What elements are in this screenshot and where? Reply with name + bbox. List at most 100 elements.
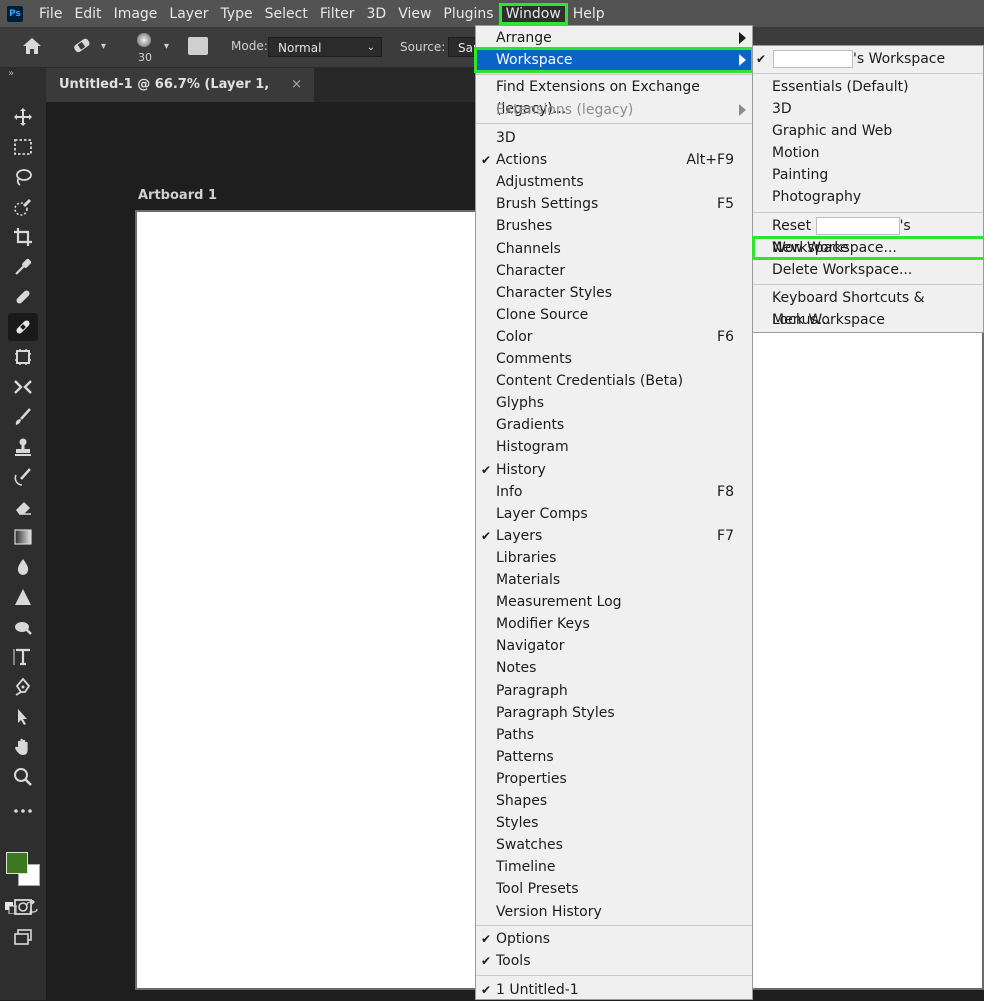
menu-item-panel[interactable]: Layer Comps [476, 503, 752, 525]
menu-item-panel[interactable]: Measurement Log [476, 591, 752, 613]
menu-file[interactable]: File [33, 4, 68, 24]
collapse-panel-icon[interactable]: » [8, 68, 14, 79]
history-brush-tool-icon[interactable] [11, 465, 35, 489]
artboard-label[interactable]: Artboard 1 [138, 188, 217, 203]
menu-item-panel[interactable]: Character Styles [476, 282, 752, 304]
menu-item-panel[interactable]: Styles [476, 812, 752, 834]
menu-item-find-extensions[interactable]: Find Extensions on Exchange (legacy)... [476, 76, 752, 117]
menu-image[interactable]: Image [108, 4, 164, 24]
workspace-item-keyboard-shortcuts[interactable]: Keyboard Shortcuts & Menus... [753, 287, 984, 328]
move-tool-icon[interactable] [11, 105, 35, 129]
content-aware-tool-icon[interactable] [11, 345, 35, 369]
menu-item-panel[interactable]: Modifier Keys [476, 613, 752, 635]
home-icon[interactable] [22, 37, 42, 55]
menu-item-panel[interactable]: Character [476, 260, 752, 282]
more-tools-icon[interactable] [11, 799, 35, 823]
menu-item-panel[interactable]: Notes [476, 657, 752, 679]
stamp-tool-icon[interactable] [11, 435, 35, 459]
menu-help[interactable]: Help [567, 4, 611, 24]
screen-mode-icon[interactable] [11, 925, 35, 949]
brush-tool-icon[interactable] [11, 405, 35, 429]
foreground-color-swatch[interactable] [6, 852, 28, 874]
menu-item-panel[interactable]: Brushes [476, 215, 752, 237]
type-tool-icon[interactable] [11, 645, 35, 669]
quick-selection-tool-icon[interactable] [11, 195, 35, 219]
menu-filter[interactable]: Filter [314, 4, 361, 24]
menu-item-panel[interactable]: Brush Settings F5 [476, 193, 752, 215]
document-tab[interactable]: Untitled-1 @ 66.7% (Layer 1, RGB/8#) × [46, 68, 314, 126]
menu-item-document[interactable]: ✔ 1 Untitled-1 [476, 979, 752, 1001]
pen-tool-icon[interactable] [11, 675, 35, 699]
menu-item-panel[interactable]: Navigator [476, 635, 752, 657]
workspace-preset-item[interactable]: Motion [753, 142, 984, 164]
clone-source-icon[interactable] [188, 37, 208, 55]
sponge-tool-icon[interactable] [11, 615, 35, 639]
menu-item-panel[interactable]: Info F8 [476, 481, 752, 503]
close-icon[interactable]: × [291, 68, 302, 102]
menu-item-tools[interactable]: ✔ Tools [476, 950, 752, 972]
menu-item-panel[interactable]: Glyphs [476, 392, 752, 414]
workspace-item-new[interactable]: New Workspace... [752, 236, 984, 260]
menu-item-panel[interactable]: Histogram [476, 436, 752, 458]
menu-3d[interactable]: 3D [361, 4, 393, 24]
eyedropper-tool-icon[interactable] [11, 255, 35, 279]
menu-item-panel[interactable]: ✔ Actions Alt+F9 [476, 149, 752, 171]
gradient-tool-icon[interactable] [11, 525, 35, 549]
workspace-preset-item[interactable]: Essentials (Default) [753, 76, 984, 98]
menu-view[interactable]: View [392, 4, 437, 24]
menu-item-panel[interactable]: Shapes [476, 790, 752, 812]
menu-plugins[interactable]: Plugins [437, 4, 499, 24]
crop-tool-icon[interactable] [11, 225, 35, 249]
menu-item-panel[interactable]: Materials [476, 569, 752, 591]
blur-tool-icon[interactable] [11, 555, 35, 579]
brush-preview[interactable] [137, 33, 151, 47]
menu-item-panel[interactable]: Content Credentials (Beta) [476, 370, 752, 392]
menu-item-panel[interactable]: Gradients [476, 414, 752, 436]
menu-window[interactable]: Window [498, 2, 568, 25]
menu-item-panel[interactable]: Version History [476, 901, 752, 923]
menu-item-panel[interactable]: Color F6 [476, 326, 752, 348]
menu-item-panel[interactable]: Swatches [476, 834, 752, 856]
menu-item-panel[interactable]: Channels [476, 238, 752, 260]
workspace-preset-item[interactable]: 3D [753, 98, 984, 120]
workspace-preset-item[interactable]: Graphic and Web [753, 120, 984, 142]
menu-item-panel[interactable]: ✔ History [476, 459, 752, 481]
menu-item-panel[interactable]: Timeline [476, 856, 752, 878]
menu-item-options[interactable]: ✔ Options [476, 928, 752, 950]
brush-picker-chevron-icon[interactable]: ▾ [164, 41, 169, 52]
workspace-item-current[interactable]: ✔ 's Workspace [753, 48, 984, 70]
menu-item-panel[interactable]: Adjustments [476, 171, 752, 193]
menu-item-workspace[interactable]: Workspace [474, 47, 754, 73]
menu-item-panel[interactable]: Tool Presets [476, 878, 752, 900]
lasso-tool-icon[interactable] [11, 165, 35, 189]
hand-tool-icon[interactable] [11, 735, 35, 759]
marquee-tool-icon[interactable] [11, 135, 35, 159]
workspace-item-lock[interactable]: Lock Workspace [753, 309, 984, 331]
workspace-item-delete[interactable]: Delete Workspace... [753, 259, 984, 281]
healing-brush-icon[interactable] [70, 36, 92, 56]
zoom-tool-icon[interactable] [11, 765, 35, 789]
mode-select[interactable]: Normal ⌄ [268, 37, 382, 57]
menu-item-panel[interactable]: Paths [476, 724, 752, 746]
menu-type[interactable]: Type [214, 4, 258, 24]
menu-item-panel[interactable]: ✔ Layers F7 [476, 525, 752, 547]
menu-select[interactable]: Select [259, 4, 314, 24]
menu-item-panel[interactable]: Comments [476, 348, 752, 370]
menu-item-panel[interactable]: Paragraph [476, 680, 752, 702]
spot-healing-tool-icon[interactable] [11, 285, 35, 309]
dodge-tool-icon[interactable] [11, 585, 35, 609]
menu-item-panel[interactable]: Patterns [476, 746, 752, 768]
quick-mask-icon[interactable] [11, 895, 35, 919]
path-selection-tool-icon[interactable] [11, 705, 35, 729]
workspace-item-reset[interactable]: Reset 's Workspace [753, 215, 984, 256]
menu-item-panel[interactable]: 3D [476, 127, 752, 149]
menu-item-panel[interactable]: Libraries [476, 547, 752, 569]
menu-edit[interactable]: Edit [68, 4, 107, 24]
menu-item-panel[interactable]: Clone Source [476, 304, 752, 326]
cross-arrows-tool-icon[interactable] [11, 375, 35, 399]
menu-layer[interactable]: Layer [163, 4, 214, 24]
healing-brush-tool-icon[interactable] [8, 313, 38, 341]
menu-item-panel[interactable]: Paragraph Styles [476, 702, 752, 724]
workspace-preset-item[interactable]: Photography [753, 186, 984, 208]
menu-item-panel[interactable]: Properties [476, 768, 752, 790]
